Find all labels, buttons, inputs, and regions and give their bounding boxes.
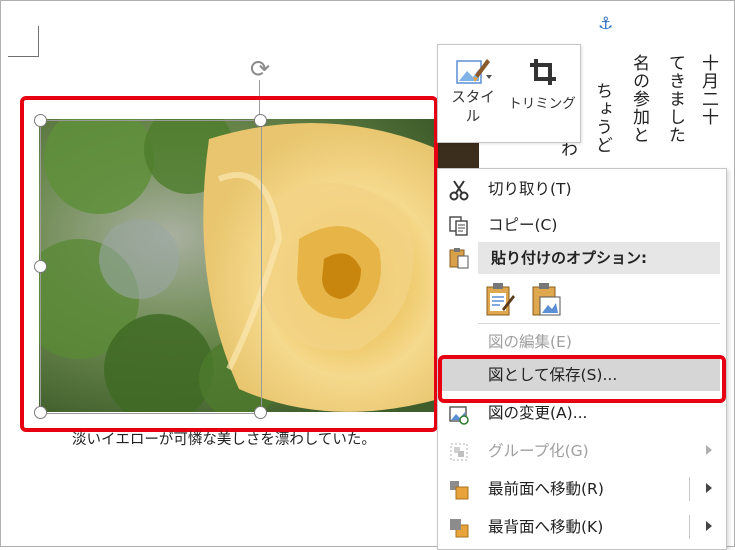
- page-corner-mark: [8, 26, 39, 57]
- menu-item-send-to-back[interactable]: 最背面へ移動(K): [438, 509, 726, 545]
- doc-column-4: ちょうど: [592, 82, 612, 154]
- picture-caption: 淡いイエローが可憐な美しさを漂わしていた。: [72, 432, 376, 448]
- paste-options-header: 貼り付けのオプション:: [491, 249, 647, 267]
- save-as-picture-highlight-box: [438, 355, 726, 403]
- doc-column-3: 名の参加と: [629, 54, 649, 144]
- crop-button[interactable]: トリミング: [506, 45, 578, 142]
- picture-highlight-box: [20, 96, 438, 432]
- paste-keep-format-icon[interactable]: [484, 281, 516, 319]
- copy-label: コピー(C): [488, 216, 558, 234]
- rotate-icon[interactable]: ⟳: [247, 56, 273, 82]
- menu-item-cut[interactable]: 切り取り(T): [438, 171, 726, 207]
- change-picture-icon: [448, 403, 470, 425]
- split-separator: [689, 515, 690, 539]
- cut-label: 切り取り(T): [488, 180, 572, 198]
- bring-to-front-icon: [448, 479, 470, 501]
- group-icon: [448, 441, 470, 463]
- submenu-arrow-icon[interactable]: [706, 483, 712, 493]
- crop-label: トリミング: [508, 96, 576, 112]
- send-to-back-label: 最背面へ移動(K): [488, 518, 604, 536]
- split-separator: [689, 477, 690, 501]
- style-label-line2: ル: [465, 109, 481, 125]
- clipboard-icon: [448, 247, 470, 269]
- group-label: グループ化(G): [488, 442, 589, 460]
- paste-picture-icon[interactable]: [530, 281, 562, 319]
- scissors-icon: [448, 179, 470, 201]
- send-to-back-icon: [448, 517, 470, 539]
- anchor-icon: ⚓: [598, 14, 614, 34]
- doc-column-1: 十月二十: [698, 54, 718, 126]
- style-button[interactable]: スタイ ル: [442, 45, 504, 142]
- style-brush-icon: [453, 55, 493, 89]
- menu-item-copy[interactable]: コピー(C): [438, 207, 726, 243]
- doc-column-2: てきました: [665, 54, 685, 144]
- copy-icon: [448, 215, 470, 237]
- mini-toolbar: スタイ ル トリミング: [437, 44, 581, 143]
- paste-options-row: [482, 281, 572, 321]
- submenu-arrow-icon: [706, 445, 712, 455]
- menu-item-group[interactable]: グループ化(G): [438, 433, 726, 469]
- submenu-arrow-icon[interactable]: [706, 521, 712, 531]
- menu-item-bring-to-front[interactable]: 最前面へ移動(R): [438, 471, 726, 507]
- crop-icon: [522, 55, 562, 89]
- bring-to-front-label: 最前面へ移動(R): [488, 480, 604, 498]
- style-label-line1: スタイ: [451, 90, 495, 106]
